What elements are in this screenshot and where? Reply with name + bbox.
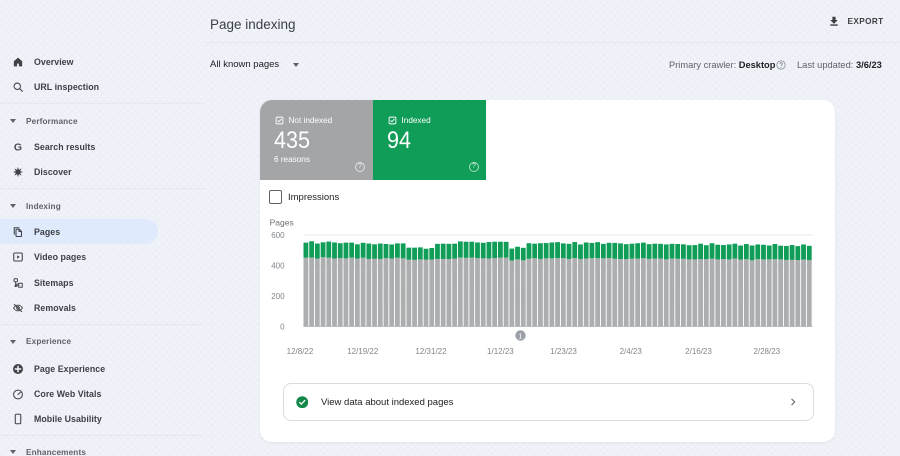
- svg-text:600: 600: [271, 231, 285, 240]
- svg-text:12/31/22: 12/31/22: [415, 347, 447, 356]
- svg-text:2/16/23: 2/16/23: [685, 347, 712, 356]
- svg-text:Pages: Pages: [270, 218, 294, 228]
- svg-text:0: 0: [280, 322, 285, 331]
- svg-text:12/19/22: 12/19/22: [347, 347, 379, 356]
- svg-text:2/28/23: 2/28/23: [753, 347, 780, 356]
- svg-text:2/4/23: 2/4/23: [620, 347, 643, 356]
- svg-text:G: G: [14, 142, 22, 154]
- svg-text:1/12/23: 1/12/23: [487, 347, 514, 356]
- svg-text:1: 1: [518, 331, 522, 340]
- svg-text:200: 200: [271, 292, 285, 301]
- svg-text:400: 400: [271, 261, 285, 270]
- svg-text:12/8/22: 12/8/22: [287, 347, 314, 356]
- svg-text:1/23/23: 1/23/23: [550, 347, 577, 356]
